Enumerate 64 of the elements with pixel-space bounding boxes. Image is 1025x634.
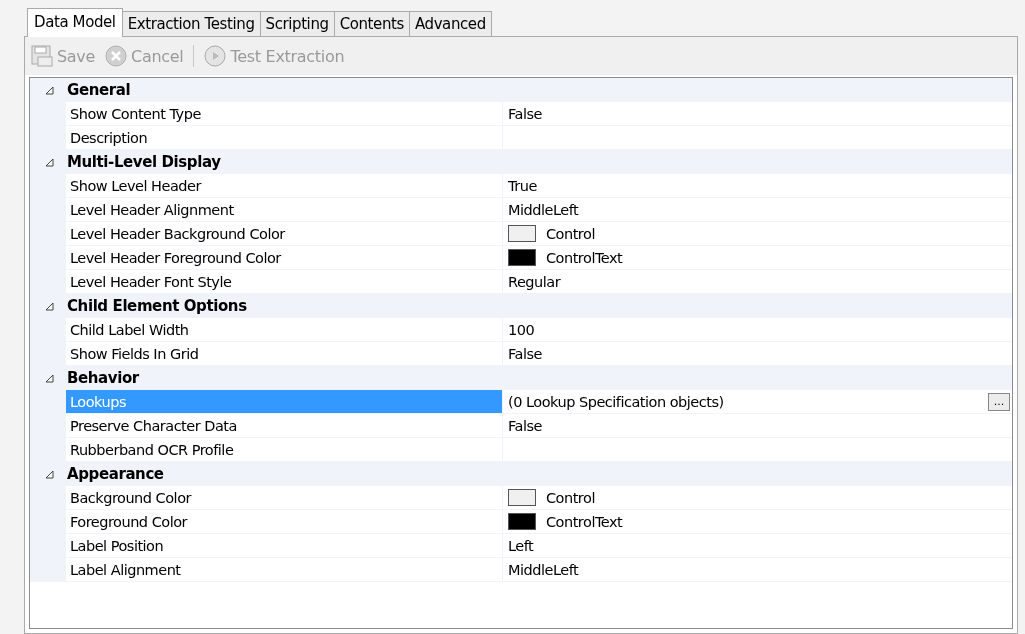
collapse-icon[interactable] — [45, 85, 54, 95]
value-cell[interactable]: MiddleLeft — [503, 198, 1012, 222]
property-value: ControlText — [546, 513, 623, 530]
value-cell[interactable] — [503, 126, 1012, 150]
property-name[interactable]: Show Fields In Grid — [66, 342, 503, 366]
property-name[interactable]: Description — [66, 126, 503, 150]
property-name[interactable]: Foreground Color — [66, 510, 503, 534]
property-value: True — [508, 177, 537, 194]
property-value: Control — [546, 489, 595, 506]
category-header: Child Element Options — [67, 297, 247, 315]
tab[interactable]: Contents — [333, 11, 410, 36]
property-name[interactable]: Child Label Width — [66, 318, 503, 342]
value-cell[interactable]: Left — [503, 534, 1012, 558]
value-cell[interactable]: Control — [503, 486, 1012, 510]
property-name[interactable]: Level Header Foreground Color — [66, 246, 503, 270]
property-name[interactable]: Level Header Alignment — [66, 198, 503, 222]
property-value: Left — [508, 537, 534, 554]
tab[interactable]: Advanced — [408, 11, 492, 36]
value-cell[interactable]: Regular — [503, 270, 1012, 294]
value-cell[interactable]: False — [503, 414, 1012, 438]
property-name[interactable]: Background Color — [66, 486, 503, 510]
property-value: (0 Lookup Specification objects) — [508, 393, 724, 410]
category-header: Behavior — [67, 369, 139, 387]
value-cell[interactable] — [503, 438, 1012, 462]
property-name[interactable]: Show Level Header — [66, 174, 503, 198]
value-cell[interactable]: False — [503, 102, 1012, 126]
category-header: Appearance — [67, 465, 164, 483]
value-cell[interactable]: Control — [503, 222, 1012, 246]
value-cell[interactable]: False — [503, 342, 1012, 366]
property-name[interactable]: Label Position — [66, 534, 503, 558]
collapse-icon[interactable] — [45, 373, 54, 383]
collapse-icon[interactable] — [45, 157, 54, 167]
category-header: Multi-Level Display — [67, 153, 221, 171]
tab[interactable]: Scripting — [259, 11, 335, 36]
property-value: False — [508, 345, 542, 362]
value-cell[interactable]: 100 — [503, 318, 1012, 342]
property-value: False — [508, 417, 542, 434]
property-name[interactable]: Label Alignment — [66, 558, 503, 582]
property-name[interactable]: Level Header Font Style — [66, 270, 503, 294]
value-cell[interactable]: MiddleLeft — [503, 558, 1012, 582]
property-value: MiddleLeft — [508, 561, 579, 578]
collapse-icon[interactable] — [45, 301, 54, 311]
property-name[interactable]: Level Header Background Color — [66, 222, 503, 246]
tab[interactable]: Extraction Testing — [121, 11, 261, 36]
property-name[interactable]: Show Content Type — [66, 102, 503, 126]
tab[interactable]: Data Model — [27, 8, 123, 37]
value-cell[interactable]: ControlText — [503, 246, 1012, 270]
save-icon — [31, 45, 53, 67]
property-value: Control — [546, 225, 595, 242]
value-cell[interactable]: True — [503, 174, 1012, 198]
cancel-icon — [105, 45, 128, 67]
property-name[interactable]: Rubberband OCR Profile — [66, 438, 503, 462]
property-value: MiddleLeft — [508, 201, 579, 218]
play-icon — [204, 45, 227, 67]
collapse-icon[interactable] — [45, 469, 54, 479]
property-value: 100 — [508, 321, 535, 338]
property-value: Regular — [508, 273, 561, 290]
value-cell[interactable]: ControlText — [503, 510, 1012, 534]
ellipsis-button[interactable]: ... — [988, 392, 1010, 411]
property-value: ControlText — [546, 249, 623, 266]
category-header: General — [67, 81, 131, 99]
property-name[interactable]: Preserve Character Data — [66, 414, 503, 438]
property-value: False — [508, 105, 542, 122]
value-cell[interactable]: (0 Lookup Specification objects) ... — [503, 390, 1012, 414]
